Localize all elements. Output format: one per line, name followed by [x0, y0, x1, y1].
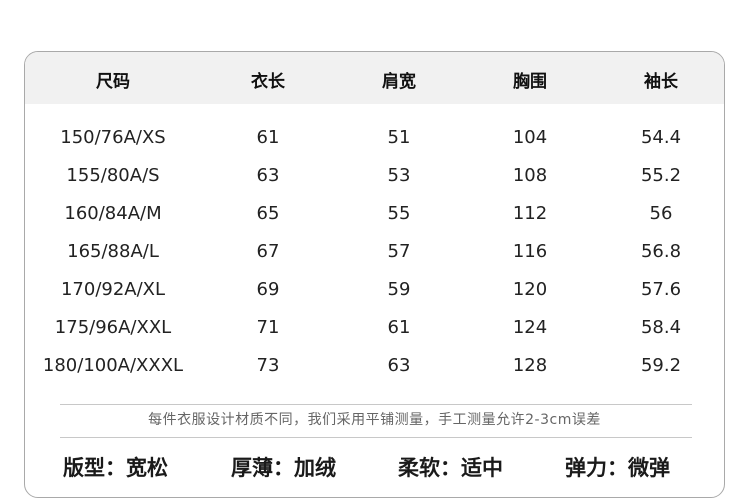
cell-length: 65 [256, 203, 280, 224]
table-row: 150/76A/XS 61 51 104 54.4 [25, 119, 724, 157]
cell-sleeve: 59.2 [640, 355, 682, 376]
cell-length: 61 [256, 127, 280, 148]
property-label: 柔软： [398, 456, 461, 480]
table-row: 155/80A/S 63 53 108 55.2 [25, 157, 724, 195]
cell-sleeve: 56 [649, 203, 673, 224]
table-header: 尺码 衣长 肩宽 胸围 袖长 [25, 52, 724, 104]
cell-shoulder: 55 [387, 203, 411, 224]
cell-chest: 108 [512, 165, 548, 186]
divider [60, 404, 692, 405]
cell-sleeve: 54.4 [640, 127, 682, 148]
table-row: 160/84A/M 65 55 112 56 [25, 195, 724, 233]
property-thickness: 厚薄：加绒 [231, 452, 336, 482]
cell-length: 63 [256, 165, 280, 186]
table-row: 175/96A/XXL 71 61 124 58.4 [25, 309, 724, 347]
property-softness: 柔软：适中 [398, 452, 503, 482]
cell-shoulder: 63 [387, 355, 411, 376]
cell-sleeve: 55.2 [640, 165, 682, 186]
header-sleeve: 袖长 [644, 72, 678, 92]
cell-size: 165/88A/L [67, 241, 159, 262]
cell-chest: 104 [512, 127, 548, 148]
cell-size: 175/96A/XXL [54, 317, 172, 338]
header-shoulder: 肩宽 [382, 72, 416, 92]
cell-chest: 120 [512, 279, 548, 300]
cell-size: 155/80A/S [66, 165, 160, 186]
property-value: 宽松 [126, 456, 168, 480]
cell-sleeve: 58.4 [640, 317, 682, 338]
table-row: 170/92A/XL 69 59 120 57.6 [25, 271, 724, 309]
cell-chest: 116 [512, 241, 548, 262]
cell-shoulder: 61 [387, 317, 411, 338]
property-label: 版型： [63, 456, 126, 480]
cell-shoulder: 59 [387, 279, 411, 300]
property-value: 加绒 [294, 456, 336, 480]
table-row: 180/100A/XXXL 73 63 128 59.2 [25, 347, 724, 385]
cell-shoulder: 53 [387, 165, 411, 186]
cell-sleeve: 56.8 [640, 241, 682, 262]
cell-length: 69 [256, 279, 280, 300]
cell-size: 150/76A/XS [60, 127, 166, 148]
header-chest: 胸围 [513, 72, 547, 92]
property-value: 适中 [461, 456, 503, 480]
cell-chest: 112 [512, 203, 548, 224]
cell-chest: 128 [512, 355, 548, 376]
size-chart-card: 尺码 衣长 肩宽 胸围 袖长 150/76A/XS 61 51 104 54.4… [24, 51, 725, 498]
property-value: 微弹 [628, 456, 670, 480]
divider [60, 437, 692, 438]
table-row: 165/88A/L 67 57 116 56.8 [25, 233, 724, 271]
cell-sleeve: 57.6 [640, 279, 682, 300]
header-size: 尺码 [96, 72, 130, 92]
cell-size: 180/100A/XXXL [42, 355, 184, 376]
cell-length: 71 [256, 317, 280, 338]
cell-length: 73 [256, 355, 280, 376]
property-label: 弹力： [565, 456, 628, 480]
cell-size: 170/92A/XL [60, 279, 166, 300]
fabric-properties: 版型：宽松 厚薄：加绒 柔软：适中 弹力：微弹 [25, 452, 724, 484]
cell-length: 67 [256, 241, 280, 262]
property-label: 厚薄： [231, 456, 294, 480]
cell-shoulder: 51 [387, 127, 411, 148]
cell-size: 160/84A/M [64, 203, 162, 224]
property-elasticity: 弹力：微弹 [565, 452, 670, 482]
property-fit: 版型：宽松 [63, 452, 168, 482]
cell-shoulder: 57 [387, 241, 411, 262]
cell-chest: 124 [512, 317, 548, 338]
measurement-note: 每件衣服设计材质不同，我们采用平铺测量，手工测量允许2-3cm误差 [148, 412, 601, 428]
header-length: 衣长 [251, 72, 285, 92]
